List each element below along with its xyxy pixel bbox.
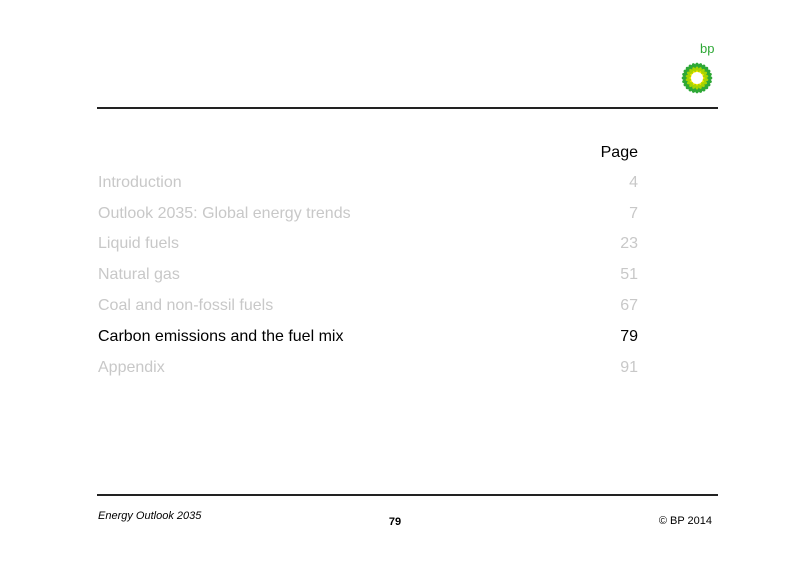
toc-item-natural-gas[interactable]: Natural gas 51 xyxy=(98,266,638,288)
toc-item-coal-non-fossil[interactable]: Coal and non-fossil fuels 67 xyxy=(98,297,638,319)
toc-item-title: Carbon emissions and the fuel mix xyxy=(98,328,344,345)
footer-copyright: © BP 2014 xyxy=(658,515,712,527)
toc-item-introduction[interactable]: Introduction 4 xyxy=(98,174,638,196)
toc-page-header: Page xyxy=(600,144,638,161)
header-rule xyxy=(97,107,718,109)
toc-item-global-energy-trends[interactable]: Outlook 2035: Global energy trends 7 xyxy=(98,205,638,227)
toc-item-title: Coal and non-fossil fuels xyxy=(98,297,274,314)
footer-rule xyxy=(97,494,718,496)
bp-helios-logo-icon xyxy=(681,62,713,94)
footer-page-number: 79 xyxy=(388,516,402,528)
toc-item-title: Liquid fuels xyxy=(98,235,179,252)
toc-item-page: 79 xyxy=(620,328,638,345)
toc-item-page: 67 xyxy=(620,297,638,314)
toc-item-title: Outlook 2035: Global energy trends xyxy=(98,205,351,222)
bp-logo-text: bp xyxy=(700,41,715,56)
toc-item-appendix[interactable]: Appendix 91 xyxy=(98,359,638,381)
toc-item-title: Introduction xyxy=(98,174,182,191)
toc-item-page: 4 xyxy=(629,174,638,191)
toc-item-title: Appendix xyxy=(98,359,165,376)
toc-item-liquid-fuels[interactable]: Liquid fuels 23 xyxy=(98,235,638,257)
footer-document-title: Energy Outlook 2035 xyxy=(98,510,202,522)
toc-item-page: 7 xyxy=(629,205,638,222)
toc-item-carbon-emissions[interactable]: Carbon emissions and the fuel mix 79 xyxy=(98,328,638,350)
toc-item-page: 23 xyxy=(620,235,638,252)
toc-item-page: 51 xyxy=(620,266,638,283)
toc-item-page: 91 xyxy=(620,359,638,376)
toc-item-title: Natural gas xyxy=(98,266,180,283)
